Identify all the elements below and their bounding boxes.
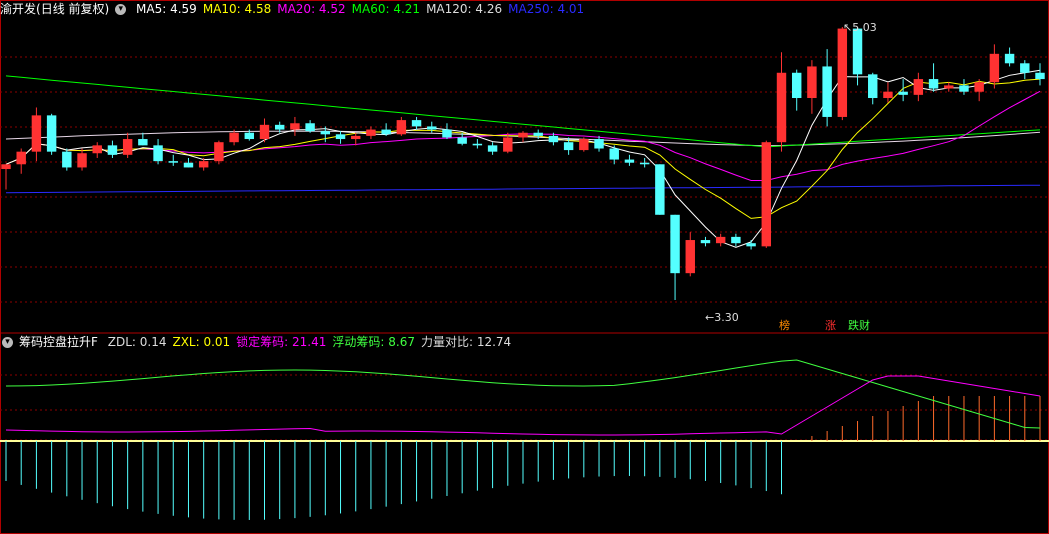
candle-body bbox=[487, 145, 498, 152]
candle-body bbox=[457, 137, 467, 144]
candle-body bbox=[655, 164, 665, 215]
candle-body bbox=[959, 85, 969, 92]
candle-body bbox=[122, 139, 133, 155]
candle-body bbox=[46, 115, 57, 152]
candle-body bbox=[928, 79, 939, 89]
ma-legend-item: MA250: 4.01 bbox=[508, 2, 585, 16]
indicator-values: ZDL: 0.14 ZXL: 0.01 锁定筹码: 21.41 浮动筹码: 8.67 力… bbox=[108, 335, 517, 349]
candle-body bbox=[1035, 72, 1045, 80]
indicator-value: ZXL: 0.01 bbox=[172, 335, 231, 349]
candle-body bbox=[974, 82, 984, 92]
candle-body bbox=[731, 236, 741, 244]
candle-body bbox=[229, 132, 239, 143]
candle-body bbox=[472, 143, 483, 146]
floating-chips-line bbox=[5, 359, 1041, 429]
candle-body bbox=[822, 66, 832, 117]
candle-body bbox=[77, 153, 87, 168]
ma-legend-item: MA5: 4.59 bbox=[136, 2, 197, 16]
candle-body bbox=[305, 123, 315, 132]
ma-legend-item: MA20: 4.52 bbox=[277, 2, 346, 16]
candle-body bbox=[548, 135, 559, 143]
candle-body bbox=[533, 132, 543, 136]
candle-body bbox=[138, 139, 148, 146]
chevron-down-icon[interactable]: ▾ bbox=[115, 4, 127, 15]
ma-legend-item: MA60: 4.21 bbox=[351, 2, 421, 16]
candle-body bbox=[351, 135, 361, 140]
candle-body bbox=[183, 162, 194, 168]
candle-body bbox=[259, 124, 270, 140]
event-tag[interactable]: 涨 bbox=[823, 319, 838, 332]
candle-body bbox=[16, 151, 26, 165]
candle-body bbox=[274, 124, 285, 130]
candle-body bbox=[746, 243, 756, 247]
candle-body bbox=[366, 129, 376, 136]
ma-legend-item: MA10: 4.58 bbox=[202, 2, 272, 16]
indicator-panel-header: ▾ 筹码控盘拉升F ZDL: 0.14 ZXL: 0.01 锁定筹码: 21.41 浮动… bbox=[0, 333, 523, 351]
indicator-value: 力量对比: 12.74 bbox=[420, 335, 512, 349]
candle-body bbox=[898, 91, 908, 95]
candle-body bbox=[335, 134, 346, 140]
candle-body bbox=[685, 240, 695, 274]
candle-body bbox=[791, 72, 802, 99]
low-price-label: ←3.30 bbox=[705, 311, 739, 324]
candle-body bbox=[883, 91, 893, 99]
candle-body bbox=[852, 28, 863, 75]
price-panel-header: 渝开发(日线 前复权) ▾ MA5: 4.59 MA10: 4.58 MA20: 4.… bbox=[0, 0, 596, 18]
indicator-value: ZDL: 0.14 bbox=[107, 335, 167, 349]
high-price-label: ↖5.03 bbox=[843, 21, 877, 34]
candle-body bbox=[807, 66, 817, 99]
candle-body bbox=[92, 145, 102, 154]
candle-body bbox=[670, 214, 680, 274]
chart-canvas[interactable] bbox=[0, 0, 1049, 534]
candle-body bbox=[168, 161, 178, 163]
candle-body bbox=[290, 123, 300, 130]
candle-body bbox=[868, 74, 878, 99]
candle-body bbox=[427, 126, 437, 130]
candle-body bbox=[1004, 53, 1015, 64]
stock-name: 渝开发 bbox=[0, 2, 37, 16]
candle-body bbox=[31, 115, 42, 152]
candle-body bbox=[442, 129, 452, 138]
event-tag[interactable]: 跌财 bbox=[846, 319, 872, 332]
candle-body bbox=[107, 145, 118, 155]
chevron-down-icon[interactable]: ▾ bbox=[2, 337, 13, 348]
candle-body bbox=[624, 159, 635, 163]
candle-body bbox=[320, 131, 331, 135]
candle-body bbox=[609, 148, 619, 160]
candle-body bbox=[700, 240, 711, 244]
candle-body bbox=[214, 142, 224, 162]
indicator-value: 浮动筹码: 8.67 bbox=[332, 335, 415, 349]
candle-body bbox=[1020, 63, 1030, 73]
event-tag[interactable]: 榜 bbox=[777, 319, 792, 332]
ma250-line bbox=[5, 184, 1041, 194]
candle-body bbox=[594, 139, 604, 149]
candle-body bbox=[837, 28, 848, 117]
period-label: (日线 前复权) bbox=[36, 2, 110, 16]
candle-body bbox=[396, 120, 407, 135]
candle-body bbox=[715, 236, 726, 244]
candle-body bbox=[776, 72, 787, 143]
candle-body bbox=[913, 79, 924, 95]
indicator-value: 锁定筹码: 21.41 bbox=[236, 335, 327, 349]
candle-body bbox=[639, 162, 650, 165]
indicator-name: 筹码控盘拉升F bbox=[19, 335, 98, 349]
candle-body bbox=[381, 129, 391, 135]
candle-body bbox=[944, 85, 954, 89]
candle-body bbox=[244, 132, 255, 140]
candle-body bbox=[411, 120, 422, 127]
candle-body bbox=[198, 161, 209, 168]
ma-legend: MA5: 4.59 MA10: 4.58 MA20: 4.52 MA60: 4.21 M… bbox=[136, 2, 590, 16]
ma-legend-item: MA120: 4.26 bbox=[426, 2, 503, 16]
candle-body bbox=[62, 151, 72, 168]
candle-body bbox=[503, 137, 513, 152]
candle-body bbox=[989, 53, 1000, 83]
candle-body bbox=[761, 142, 772, 247]
candle-body bbox=[579, 139, 589, 151]
candle-body bbox=[1, 164, 11, 170]
candle-body bbox=[153, 145, 163, 162]
candle-body bbox=[563, 142, 574, 151]
candle-body bbox=[518, 132, 528, 138]
